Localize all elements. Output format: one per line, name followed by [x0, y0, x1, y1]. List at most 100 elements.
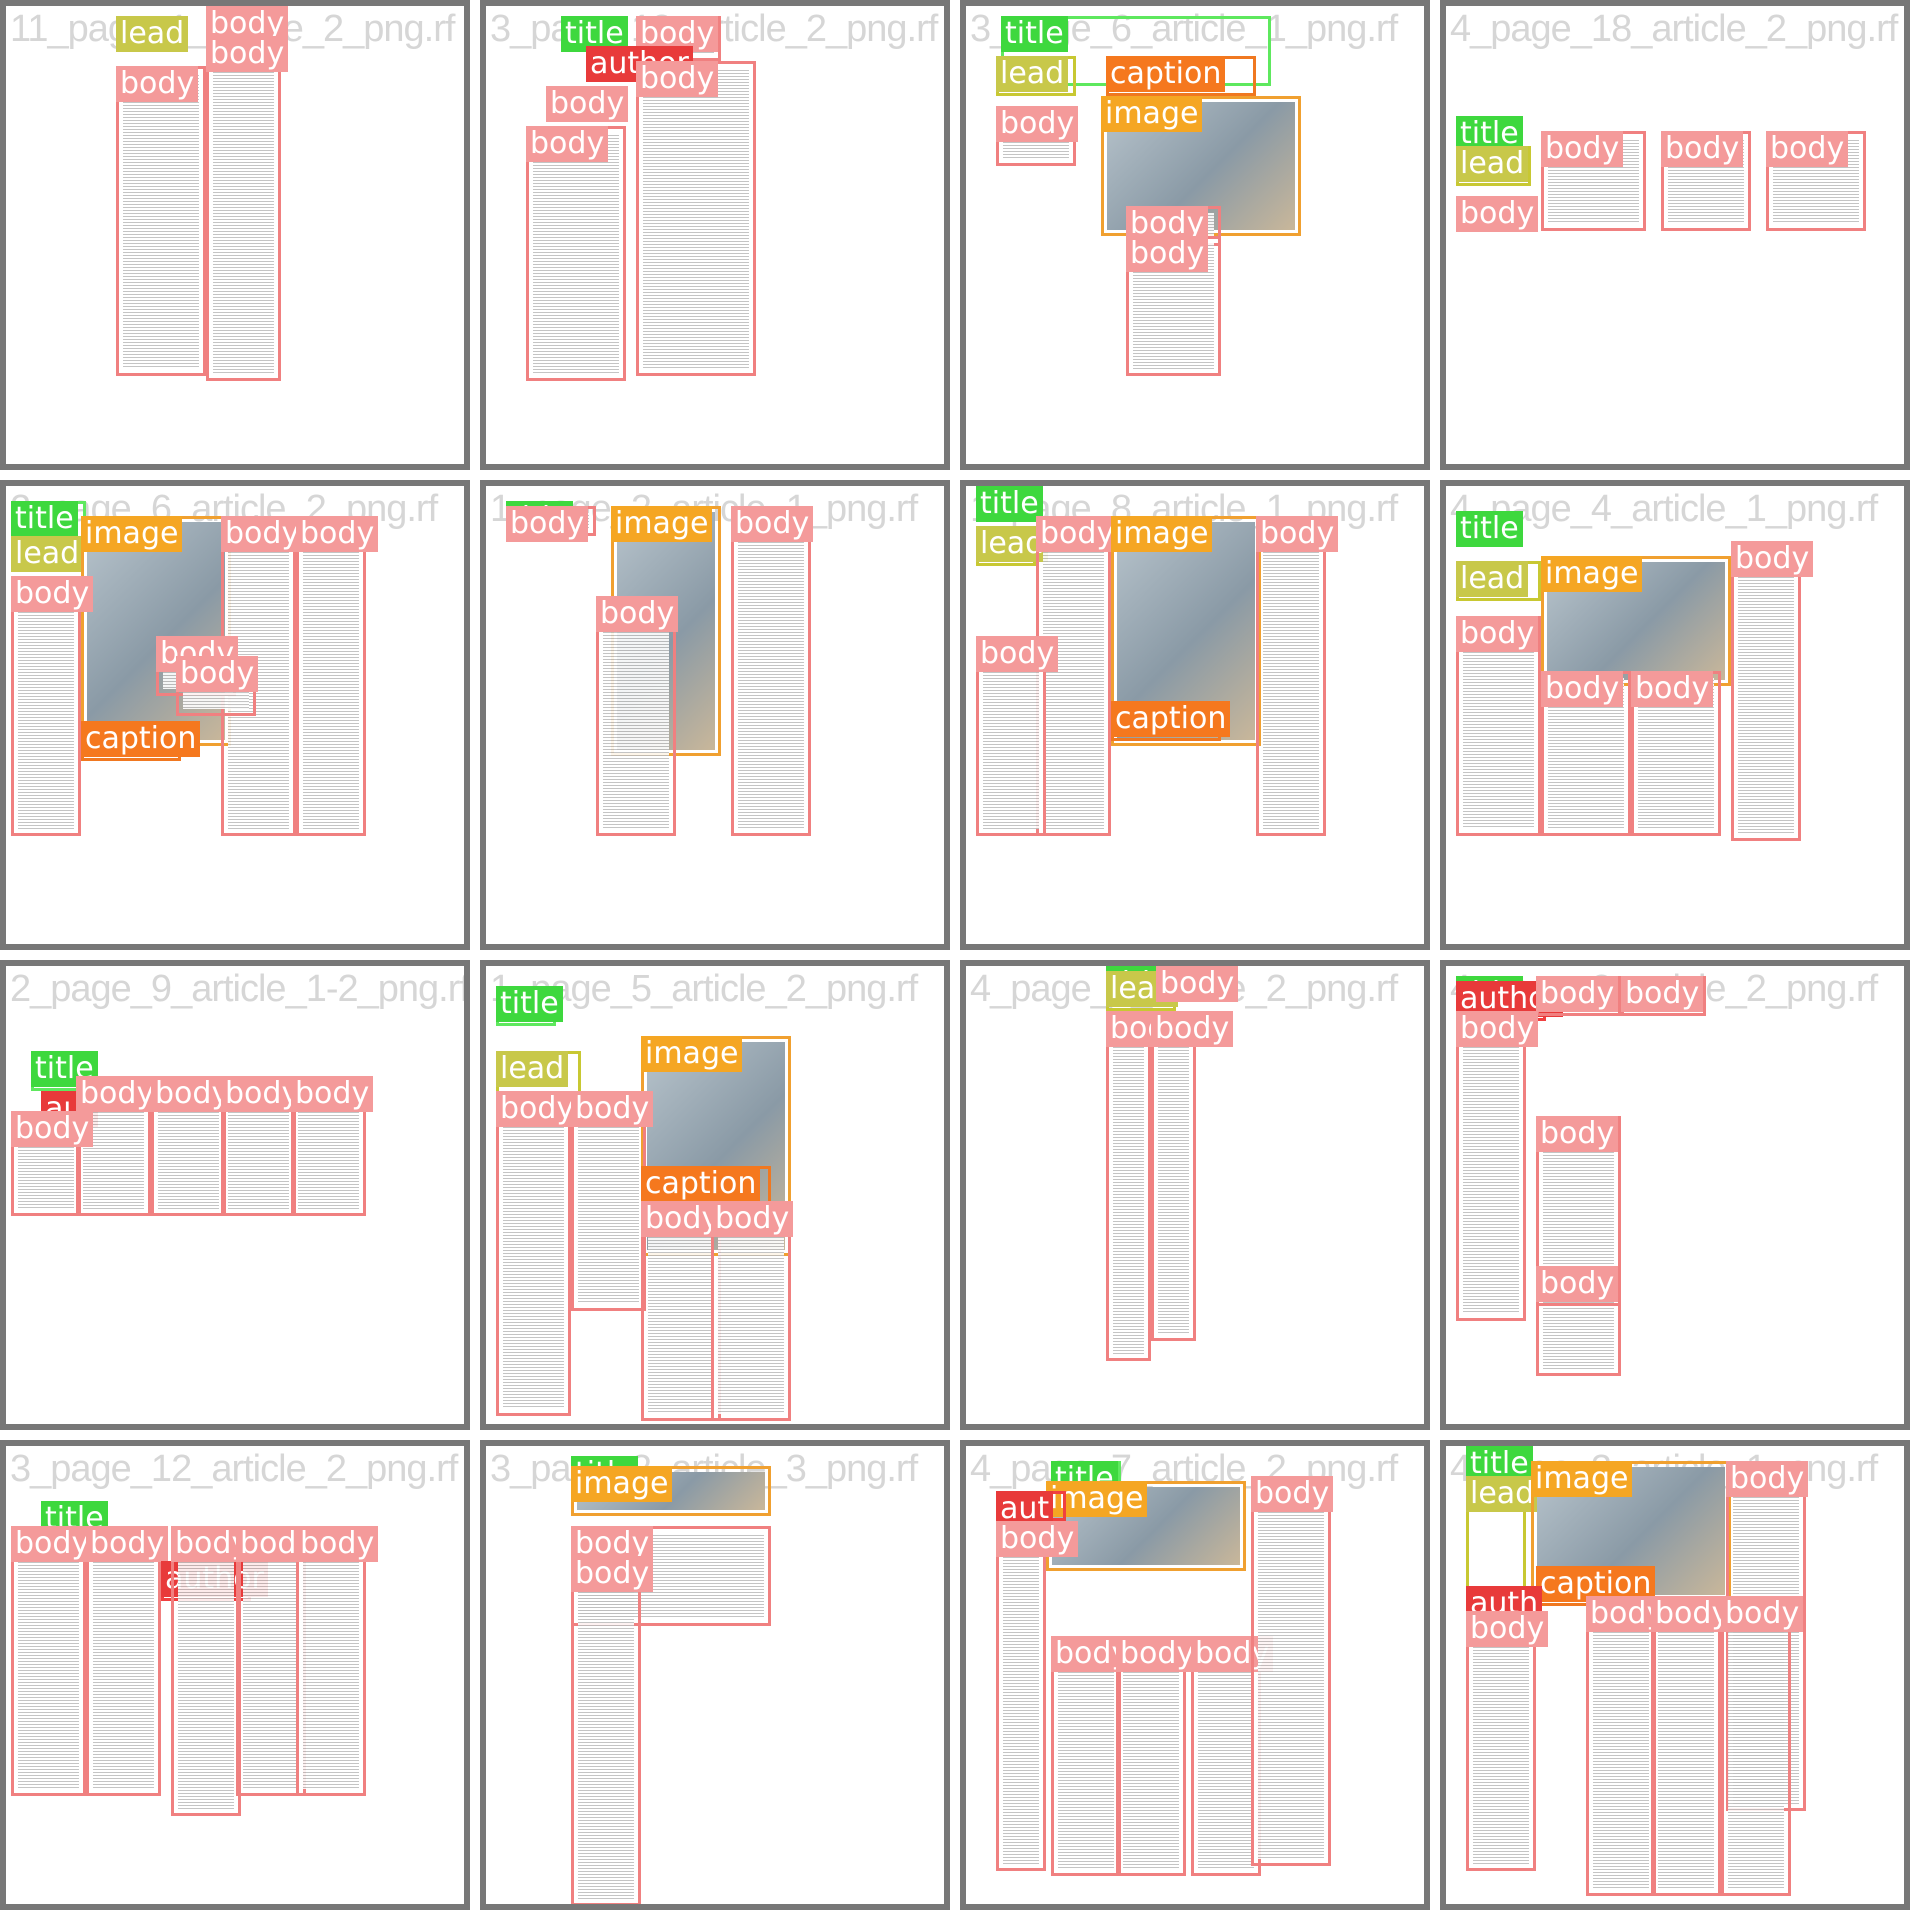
caption-region-box: caption: [81, 721, 201, 761]
body-region-box: body: [11, 1526, 94, 1796]
body-region-box: body: [1466, 1611, 1549, 1871]
newspaper-page: 4_page_3_article_1_png.rftitleleadimageb…: [1446, 1446, 1904, 1904]
text-lines: [1728, 1603, 1784, 1889]
annotation-tile: 1_page_8_article_1_png.rf title lead body im…: [960, 480, 1430, 950]
newspaper-page: 2_page_6_article_2_png.rf title lead image b…: [6, 486, 464, 944]
body-region-box: body: [296, 1526, 379, 1796]
text-lines: [578, 1098, 639, 1304]
text-lines: [243, 1533, 299, 1789]
text-lines: [1123, 1643, 1179, 1869]
body-region-box: body: [1536, 976, 1621, 1016]
body-label: body: [296, 516, 379, 552]
body-region-box: body: [1536, 1116, 1621, 1376]
image-label: image: [1531, 1461, 1633, 1497]
annotation-tile: 3_page_2_article_3_png.rftitleimagebodyb…: [480, 1440, 950, 1910]
caption-label: caption: [641, 1166, 761, 1202]
body-region-box: body: [291, 1076, 374, 1216]
text-lines: [1263, 523, 1319, 829]
body-region-box: body: [1106, 1011, 1189, 1361]
newspaper-page: 1_page_5_article_2_png.rf title lead image b…: [486, 966, 944, 1424]
lead-label: lead: [116, 16, 189, 52]
image-label: image: [81, 516, 183, 552]
annotation-tile: 2_page_9_article_1-2_png.rf title aut body b…: [0, 960, 470, 1430]
text-lines: [643, 68, 749, 369]
body-label: body: [11, 576, 94, 612]
caption-label: caption: [81, 721, 201, 757]
body-label: body: [1536, 1266, 1619, 1302]
body-region-box: body: [1126, 236, 1221, 376]
body-region-box: body: [1051, 1636, 1134, 1876]
annotation-tile: 4_page_4_article_1_png.rf title lead image b…: [1440, 480, 1910, 950]
body-label: body: [996, 1521, 1079, 1557]
text-lines: [718, 1208, 784, 1414]
title-label: title: [976, 486, 1043, 522]
image-label: image: [1541, 556, 1643, 592]
body-region-box: body: [976, 636, 1059, 836]
title-label: title: [496, 986, 563, 1022]
body-label: body: [1621, 976, 1704, 1012]
body-region-box: body: [1766, 131, 1866, 231]
body-label: body: [596, 596, 679, 632]
annotation-tile: 4_page_1_article_2_png.rftitleleadbodybo…: [960, 960, 1430, 1430]
annotation-tile: 2_page_6_article_2_png.rf title lead image b…: [0, 480, 470, 950]
body-label: body: [731, 506, 814, 542]
body-label: body: [1156, 966, 1239, 1002]
text-lines: [533, 133, 619, 374]
lead-region-box: lead: [116, 16, 189, 52]
newspaper-page: 2_page_9_article_1-2_png.rf title aut body b…: [6, 966, 464, 1424]
body-region-box: body: [171, 1526, 254, 1816]
body-label: body: [636, 61, 719, 97]
lead-label: lead: [1466, 1476, 1539, 1512]
title-region-box: title: [1456, 511, 1523, 547]
text-lines: [178, 1533, 234, 1809]
body-label: body: [1456, 1011, 1539, 1047]
body-region-box: body: [1541, 671, 1631, 836]
text-lines: [303, 523, 359, 829]
text-lines: [18, 583, 74, 829]
body-region-box: body: [1541, 131, 1646, 231]
body-label: body: [11, 1526, 94, 1562]
body-region-box: body: [1631, 671, 1721, 836]
body-label: body: [1036, 516, 1119, 552]
annotation-tile: 3_page_12_article_2_png.rftitlebodybodya…: [0, 1440, 470, 1910]
body-label: body: [571, 1091, 654, 1127]
text-lines: [1593, 1603, 1649, 1889]
annotation-tile: 4_page_2_article_2_png.rftitleauthorbody…: [1440, 960, 1910, 1430]
newspaper-page: 3_page_12_article_2_png.rftitlebodybodya…: [6, 1446, 464, 1904]
body-region-box: body: [1456, 196, 1539, 232]
body-label: body: [1766, 131, 1849, 167]
text-lines: [1003, 1528, 1039, 1864]
file-name-watermark: 3_page_12_article_2_png.rf: [10, 1448, 458, 1490]
body-label: body: [206, 36, 289, 72]
text-lines: [213, 43, 274, 374]
text-lines: [578, 1563, 634, 1899]
body-label: body: [1536, 1116, 1619, 1152]
text-lines: [1113, 1018, 1144, 1354]
annotation-tile: 3_page_12_article_2_png.rftitlebodyautho…: [480, 0, 950, 470]
lead-label: lead: [1456, 146, 1529, 182]
annotation-tile: 4_page_18_article_2_png.rf title lead body b…: [1440, 0, 1910, 470]
newspaper-page: 1_page_2_article_1_png.rftitlebodyimageb…: [486, 486, 944, 944]
body-region-box: body: [1456, 616, 1541, 836]
body-label: body: [1731, 541, 1814, 577]
image-label: image: [641, 1036, 743, 1072]
newspaper-page: 11_page_1_article_2_png.rfleadbodybodybo…: [6, 6, 464, 464]
body-label: body: [1256, 516, 1339, 552]
body-region-box: body: [86, 1526, 169, 1796]
body-label: body: [571, 1556, 654, 1592]
body-region-box: body: [206, 6, 289, 42]
image-region-box: image: [1541, 556, 1731, 686]
title-label: title: [1456, 511, 1523, 547]
body-label: body: [1456, 196, 1539, 232]
text-lines: [1058, 1643, 1114, 1869]
body-region-box: body: [151, 1076, 234, 1216]
body-label: body: [11, 1111, 94, 1147]
title-region-box: title: [976, 486, 1043, 522]
body-label: body: [1721, 1596, 1804, 1632]
text-lines: [648, 1208, 714, 1414]
lead-region-box: lead: [976, 526, 1049, 566]
body-label: body: [996, 106, 1079, 142]
body-region-box: body: [571, 1556, 654, 1904]
body-region-box: body: [996, 106, 1079, 166]
lead-region-box: lead: [1456, 146, 1531, 186]
